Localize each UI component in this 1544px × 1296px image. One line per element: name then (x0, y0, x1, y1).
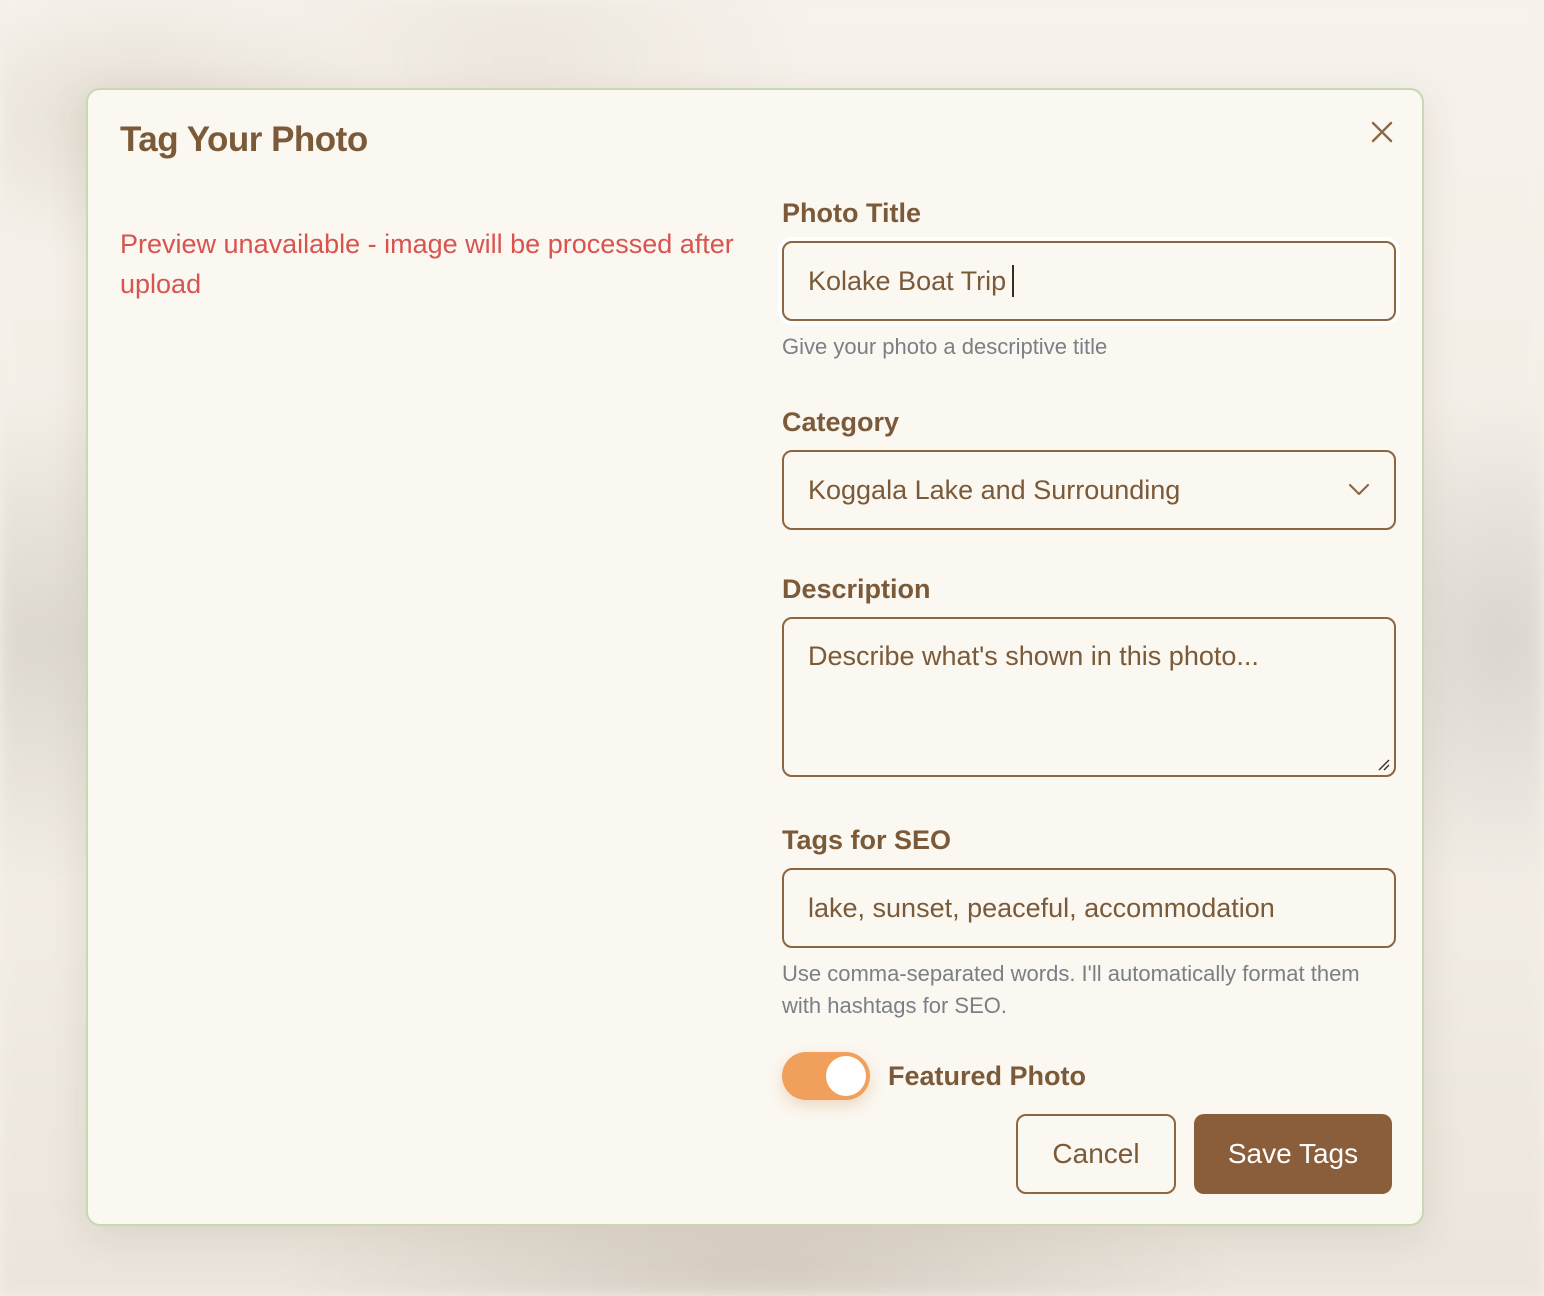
category-label: Category (782, 407, 900, 437)
photo-title-label: Photo Title (782, 198, 921, 228)
description-label: Description (782, 574, 931, 604)
description-textarea[interactable]: Describe what's shown in this photo... (782, 617, 1396, 777)
photo-title-help: Give your photo a descriptive title (782, 334, 1108, 359)
resize-handle-icon[interactable] (1376, 757, 1390, 771)
tag-photo-dialog: Tag Your Photo Preview unavailable - ima… (86, 88, 1424, 1226)
close-icon (1371, 121, 1393, 143)
tags-value: lake, sunset, peaceful, accommodation (808, 892, 1275, 923)
category-select[interactable]: Koggala Lake and Surrounding (782, 450, 1396, 530)
featured-photo-toggle[interactable] (782, 1052, 870, 1100)
tags-help: Use comma-separated words. I'll automati… (782, 961, 1360, 1018)
featured-photo-label: Featured Photo (888, 1060, 1087, 1091)
featured-photo-row: Featured Photo (782, 1052, 1396, 1100)
description-placeholder: Describe what's shown in this photo... (808, 641, 1259, 671)
toggle-knob (826, 1056, 866, 1096)
text-caret (1012, 265, 1015, 297)
close-button[interactable] (1364, 114, 1400, 150)
dialog-actions: Cancel Save Tags (1016, 1114, 1392, 1194)
chevron-down-icon (1348, 483, 1370, 496)
save-tags-button[interactable]: Save Tags (1194, 1114, 1392, 1194)
category-selected-value: Koggala Lake and Surrounding (808, 474, 1181, 505)
tag-form: Photo Title Kolake Boat Trip Give your p… (782, 198, 1396, 1100)
photo-title-input[interactable]: Kolake Boat Trip (782, 241, 1396, 321)
cancel-button[interactable]: Cancel (1016, 1114, 1176, 1194)
photo-title-value: Kolake Boat Trip (808, 265, 1007, 296)
tags-input[interactable]: lake, sunset, peaceful, accommodation (782, 868, 1396, 948)
dialog-title: Tag Your Photo (120, 120, 368, 159)
preview-unavailable-message: Preview unavailable - image will be proc… (120, 229, 734, 299)
tags-label: Tags for SEO (782, 825, 952, 855)
